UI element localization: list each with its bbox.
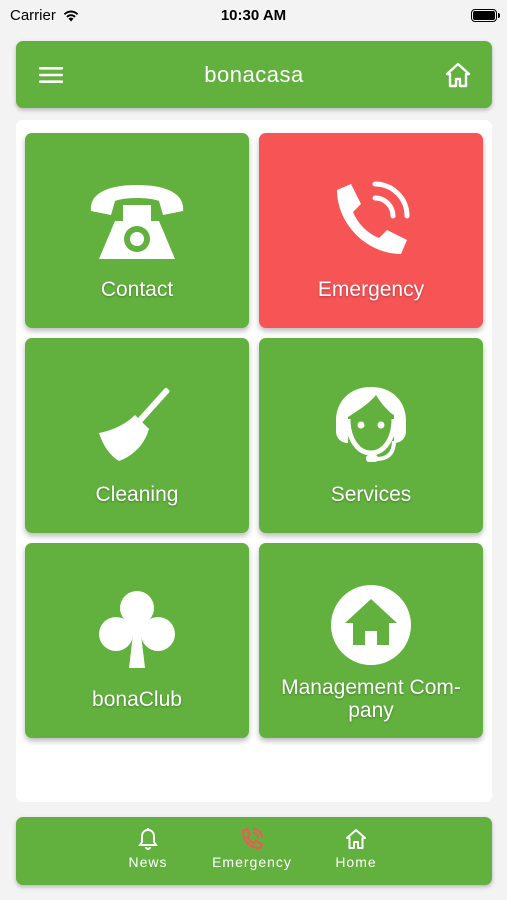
telephone-icon (90, 185, 184, 259)
management-company-label: Management Com- pany (265, 676, 477, 722)
management-company-label-line2: pany (348, 699, 394, 722)
tile-grid: Contact Emergency Cleaning Services bona… (16, 120, 492, 802)
bell-icon (138, 828, 158, 850)
nav-home-label: Home (335, 854, 377, 870)
cleaning-label: Cleaning (95, 483, 179, 506)
status-bar: Carrier 10:30 AM (0, 0, 507, 30)
battery-icon (471, 8, 500, 22)
home-circle-icon (331, 585, 411, 665)
bottom-nav: News Emergency Home (16, 817, 492, 885)
phone-ringing-icon (337, 181, 410, 254)
menu-icon[interactable] (38, 62, 64, 88)
phone-ringing-icon (242, 828, 263, 849)
bonaclub-tile[interactable]: bonaClub (25, 543, 249, 738)
nav-home[interactable]: Home (306, 827, 406, 877)
nav-emergency[interactable]: Emergency (202, 827, 302, 877)
nav-emergency-label: Emergency (212, 854, 292, 870)
management-company-tile[interactable]: Management Com- pany (259, 543, 483, 738)
management-company-label-line1: Management Com- (281, 676, 461, 699)
carrier-label: Carrier (10, 6, 56, 24)
club-icon (99, 591, 175, 668)
nav-news[interactable]: News (98, 827, 198, 877)
services-tile[interactable]: Services (259, 338, 483, 533)
status-left: Carrier (10, 7, 80, 24)
nav-news-label: News (128, 854, 168, 870)
wifi-icon (63, 10, 79, 22)
services-label: Services (330, 483, 412, 506)
contact-tile[interactable]: Contact (25, 133, 249, 328)
home-icon[interactable] (444, 61, 472, 89)
bonaclub-label: bonaClub (92, 688, 182, 711)
broom-icon (99, 387, 170, 461)
emergency-label: Emergency (317, 278, 425, 301)
cleaning-tile[interactable]: Cleaning (25, 338, 249, 533)
app-title: bonacasa (204, 61, 304, 87)
headset-person-icon (336, 387, 406, 462)
app-header: bonacasa (16, 41, 492, 108)
contact-label: Contact (100, 278, 174, 301)
emergency-tile[interactable]: Emergency (259, 133, 483, 328)
home-icon (346, 829, 366, 849)
